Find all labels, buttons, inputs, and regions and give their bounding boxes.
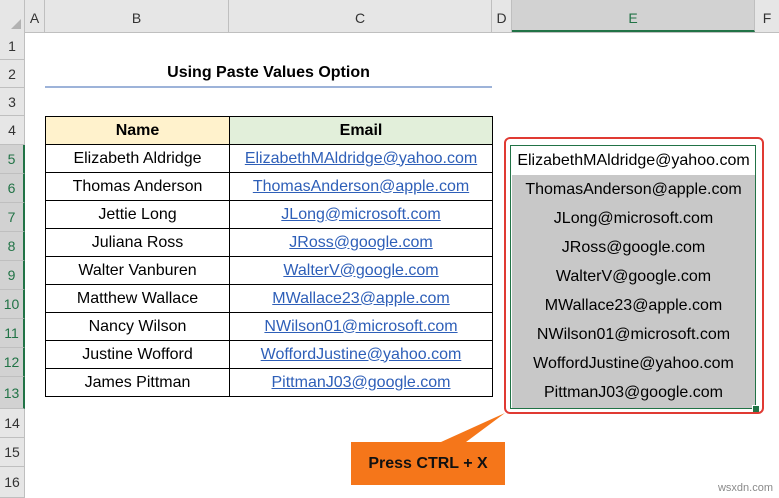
name-cell[interactable]: Matthew Wallace bbox=[45, 284, 230, 313]
table-header-row: Name Email bbox=[45, 116, 493, 145]
highlight-outline bbox=[504, 137, 764, 414]
name-cell[interactable]: James Pittman bbox=[45, 368, 230, 397]
row-header-16[interactable]: 16 bbox=[0, 467, 25, 498]
select-all-corner[interactable] bbox=[0, 0, 25, 32]
row-header-13[interactable]: 13 bbox=[0, 377, 25, 409]
select-all-triangle-icon bbox=[11, 19, 21, 29]
row-header-2[interactable]: 2 bbox=[0, 60, 25, 88]
sheet-title[interactable]: Using Paste Values Option bbox=[45, 60, 492, 86]
table-row: Jettie Long JLong@microsoft.com bbox=[45, 200, 493, 229]
watermark-text: wsxdn.com bbox=[717, 482, 773, 494]
email-link[interactable]: ElizabethMAldridge@yahoo.com bbox=[229, 144, 493, 173]
email-link[interactable]: PittmanJ03@google.com bbox=[229, 368, 493, 397]
name-cell[interactable]: Thomas Anderson bbox=[45, 172, 230, 201]
title-underline bbox=[45, 86, 492, 88]
row-header-8[interactable]: 8 bbox=[0, 232, 25, 261]
email-header-cell[interactable]: Email bbox=[229, 116, 493, 145]
name-cell[interactable]: Walter Vanburen bbox=[45, 256, 230, 285]
table-row: Elizabeth Aldridge ElizabethMAldridge@yah… bbox=[45, 144, 493, 173]
row-header-9[interactable]: 9 bbox=[0, 261, 25, 290]
row-header-3[interactable]: 3 bbox=[0, 88, 25, 116]
name-cell[interactable]: Juliana Ross bbox=[45, 228, 230, 257]
table-row: Matthew Wallace MWallace23@apple.com bbox=[45, 284, 493, 313]
row-header-6[interactable]: 6 bbox=[0, 174, 25, 203]
row-header-15[interactable]: 15 bbox=[0, 438, 25, 467]
column-header-d[interactable]: D bbox=[492, 0, 512, 32]
name-cell[interactable]: Nancy Wilson bbox=[45, 312, 230, 341]
instruction-callout: Press CTRL + X bbox=[351, 442, 505, 485]
name-cell[interactable]: Elizabeth Aldridge bbox=[45, 144, 230, 173]
email-link[interactable]: ThomasAnderson@apple.com bbox=[229, 172, 493, 201]
row-header-5[interactable]: 5 bbox=[0, 145, 25, 174]
email-link[interactable]: JRoss@google.com bbox=[229, 228, 493, 257]
row-header-11[interactable]: 11 bbox=[0, 319, 25, 348]
row-header-12[interactable]: 12 bbox=[0, 348, 25, 377]
column-header-a[interactable]: A bbox=[25, 0, 45, 32]
column-header-c[interactable]: C bbox=[229, 0, 492, 32]
table-row: Thomas Anderson ThomasAnderson@apple.com bbox=[45, 172, 493, 201]
table-row: Juliana Ross JRoss@google.com bbox=[45, 228, 493, 257]
email-link[interactable]: JLong@microsoft.com bbox=[229, 200, 493, 229]
column-header-bar: A B C D E F bbox=[0, 0, 779, 33]
email-link[interactable]: NWilson01@microsoft.com bbox=[229, 312, 493, 341]
column-header-b[interactable]: B bbox=[45, 0, 229, 32]
row-header-10[interactable]: 10 bbox=[0, 290, 25, 319]
row-header-7[interactable]: 7 bbox=[0, 203, 25, 232]
table-row: Nancy Wilson NWilson01@microsoft.com bbox=[45, 312, 493, 341]
table-row: James Pittman PittmanJ03@google.com bbox=[45, 368, 493, 397]
row-header-4[interactable]: 4 bbox=[0, 116, 25, 145]
column-header-f[interactable]: F bbox=[755, 0, 779, 32]
name-cell[interactable]: Justine Wofford bbox=[45, 340, 230, 369]
name-cell[interactable]: Jettie Long bbox=[45, 200, 230, 229]
email-link[interactable]: WoffordJustine@yahoo.com bbox=[229, 340, 493, 369]
table-row: Justine Wofford WoffordJustine@yahoo.com bbox=[45, 340, 493, 369]
row-header-1[interactable]: 1 bbox=[0, 32, 25, 60]
data-table: Name Email Elizabeth Aldridge ElizabethMA… bbox=[45, 116, 493, 397]
column-header-e[interactable]: E bbox=[512, 0, 755, 32]
email-link[interactable]: WalterV@google.com bbox=[229, 256, 493, 285]
table-row: Walter Vanburen WalterV@google.com bbox=[45, 256, 493, 285]
name-header-cell[interactable]: Name bbox=[45, 116, 230, 145]
email-link[interactable]: MWallace23@apple.com bbox=[229, 284, 493, 313]
spreadsheet: A B C D E F 1 2 3 4 5 6 7 8 9 10 11 12 1… bbox=[0, 0, 779, 498]
row-header-14[interactable]: 14 bbox=[0, 409, 25, 438]
